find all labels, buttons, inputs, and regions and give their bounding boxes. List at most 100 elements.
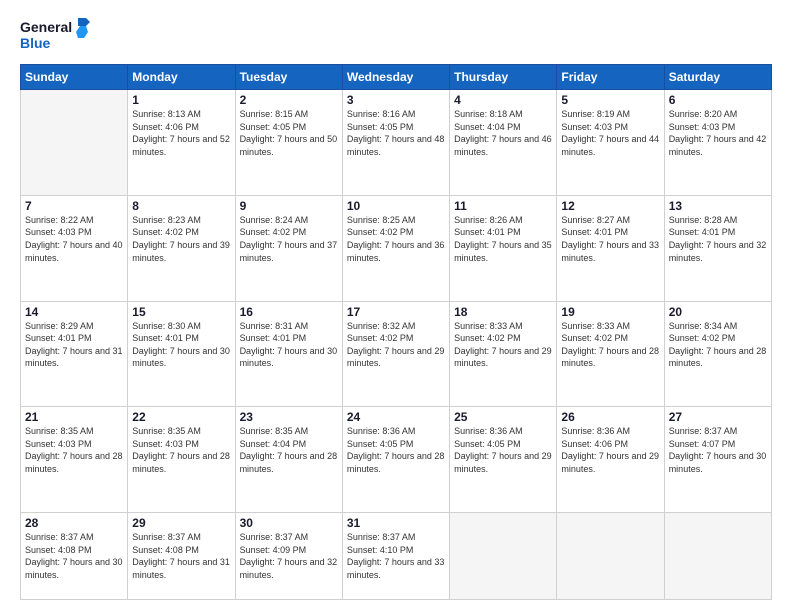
cell-info: Sunrise: 8:33 AMSunset: 4:02 PMDaylight:…	[454, 320, 552, 370]
calendar-cell: 11Sunrise: 8:26 AMSunset: 4:01 PMDayligh…	[450, 195, 557, 301]
cell-info: Sunrise: 8:30 AMSunset: 4:01 PMDaylight:…	[132, 320, 230, 370]
day-number: 16	[240, 305, 338, 319]
weekday-header: Monday	[128, 65, 235, 90]
cell-info: Sunrise: 8:32 AMSunset: 4:02 PMDaylight:…	[347, 320, 445, 370]
calendar-cell: 4Sunrise: 8:18 AMSunset: 4:04 PMDaylight…	[450, 90, 557, 196]
cell-info: Sunrise: 8:35 AMSunset: 4:03 PMDaylight:…	[132, 425, 230, 475]
svg-text:General: General	[20, 19, 72, 35]
svg-text:Blue: Blue	[20, 35, 51, 51]
weekday-header: Friday	[557, 65, 664, 90]
day-number: 6	[669, 93, 767, 107]
calendar-header: SundayMondayTuesdayWednesdayThursdayFrid…	[21, 65, 772, 90]
calendar-table: SundayMondayTuesdayWednesdayThursdayFrid…	[20, 64, 772, 600]
day-number: 31	[347, 516, 445, 530]
header: General Blue	[20, 16, 772, 54]
cell-info: Sunrise: 8:24 AMSunset: 4:02 PMDaylight:…	[240, 214, 338, 264]
day-number: 19	[561, 305, 659, 319]
logo: General Blue	[20, 16, 90, 54]
page: General Blue SundayMondayTuesdayWednesda…	[0, 0, 792, 612]
cell-info: Sunrise: 8:22 AMSunset: 4:03 PMDaylight:…	[25, 214, 123, 264]
cell-info: Sunrise: 8:37 AMSunset: 4:09 PMDaylight:…	[240, 531, 338, 581]
calendar-cell: 3Sunrise: 8:16 AMSunset: 4:05 PMDaylight…	[342, 90, 449, 196]
day-number: 5	[561, 93, 659, 107]
cell-info: Sunrise: 8:36 AMSunset: 4:06 PMDaylight:…	[561, 425, 659, 475]
day-number: 28	[25, 516, 123, 530]
weekday-header: Wednesday	[342, 65, 449, 90]
cell-info: Sunrise: 8:29 AMSunset: 4:01 PMDaylight:…	[25, 320, 123, 370]
day-number: 30	[240, 516, 338, 530]
calendar-cell: 15Sunrise: 8:30 AMSunset: 4:01 PMDayligh…	[128, 301, 235, 407]
cell-info: Sunrise: 8:35 AMSunset: 4:03 PMDaylight:…	[25, 425, 123, 475]
cell-info: Sunrise: 8:34 AMSunset: 4:02 PMDaylight:…	[669, 320, 767, 370]
calendar-cell: 25Sunrise: 8:36 AMSunset: 4:05 PMDayligh…	[450, 407, 557, 513]
cell-info: Sunrise: 8:15 AMSunset: 4:05 PMDaylight:…	[240, 108, 338, 158]
weekday-header: Saturday	[664, 65, 771, 90]
day-number: 4	[454, 93, 552, 107]
day-number: 25	[454, 410, 552, 424]
cell-info: Sunrise: 8:23 AMSunset: 4:02 PMDaylight:…	[132, 214, 230, 264]
day-number: 17	[347, 305, 445, 319]
cell-info: Sunrise: 8:31 AMSunset: 4:01 PMDaylight:…	[240, 320, 338, 370]
calendar-cell: 5Sunrise: 8:19 AMSunset: 4:03 PMDaylight…	[557, 90, 664, 196]
cell-info: Sunrise: 8:36 AMSunset: 4:05 PMDaylight:…	[454, 425, 552, 475]
cell-info: Sunrise: 8:37 AMSunset: 4:07 PMDaylight:…	[669, 425, 767, 475]
calendar-cell	[664, 513, 771, 600]
calendar-cell: 13Sunrise: 8:28 AMSunset: 4:01 PMDayligh…	[664, 195, 771, 301]
weekday-header: Sunday	[21, 65, 128, 90]
calendar-cell: 2Sunrise: 8:15 AMSunset: 4:05 PMDaylight…	[235, 90, 342, 196]
cell-info: Sunrise: 8:33 AMSunset: 4:02 PMDaylight:…	[561, 320, 659, 370]
calendar-cell: 18Sunrise: 8:33 AMSunset: 4:02 PMDayligh…	[450, 301, 557, 407]
calendar-cell: 30Sunrise: 8:37 AMSunset: 4:09 PMDayligh…	[235, 513, 342, 600]
day-number: 24	[347, 410, 445, 424]
cell-info: Sunrise: 8:20 AMSunset: 4:03 PMDaylight:…	[669, 108, 767, 158]
day-number: 9	[240, 199, 338, 213]
day-number: 22	[132, 410, 230, 424]
calendar-cell: 22Sunrise: 8:35 AMSunset: 4:03 PMDayligh…	[128, 407, 235, 513]
calendar-cell: 27Sunrise: 8:37 AMSunset: 4:07 PMDayligh…	[664, 407, 771, 513]
cell-info: Sunrise: 8:37 AMSunset: 4:08 PMDaylight:…	[132, 531, 230, 581]
weekday-header: Thursday	[450, 65, 557, 90]
day-number: 20	[669, 305, 767, 319]
cell-info: Sunrise: 8:37 AMSunset: 4:08 PMDaylight:…	[25, 531, 123, 581]
cell-info: Sunrise: 8:28 AMSunset: 4:01 PMDaylight:…	[669, 214, 767, 264]
cell-info: Sunrise: 8:35 AMSunset: 4:04 PMDaylight:…	[240, 425, 338, 475]
calendar-cell	[450, 513, 557, 600]
day-number: 12	[561, 199, 659, 213]
calendar-cell: 1Sunrise: 8:13 AMSunset: 4:06 PMDaylight…	[128, 90, 235, 196]
day-number: 1	[132, 93, 230, 107]
cell-info: Sunrise: 8:19 AMSunset: 4:03 PMDaylight:…	[561, 108, 659, 158]
calendar-body: 1Sunrise: 8:13 AMSunset: 4:06 PMDaylight…	[21, 90, 772, 600]
cell-info: Sunrise: 8:26 AMSunset: 4:01 PMDaylight:…	[454, 214, 552, 264]
calendar-cell: 26Sunrise: 8:36 AMSunset: 4:06 PMDayligh…	[557, 407, 664, 513]
cell-info: Sunrise: 8:36 AMSunset: 4:05 PMDaylight:…	[347, 425, 445, 475]
cell-info: Sunrise: 8:18 AMSunset: 4:04 PMDaylight:…	[454, 108, 552, 158]
calendar-cell: 10Sunrise: 8:25 AMSunset: 4:02 PMDayligh…	[342, 195, 449, 301]
calendar-cell	[21, 90, 128, 196]
day-number: 23	[240, 410, 338, 424]
day-number: 29	[132, 516, 230, 530]
calendar-cell: 28Sunrise: 8:37 AMSunset: 4:08 PMDayligh…	[21, 513, 128, 600]
calendar-cell: 24Sunrise: 8:36 AMSunset: 4:05 PMDayligh…	[342, 407, 449, 513]
calendar-cell: 6Sunrise: 8:20 AMSunset: 4:03 PMDaylight…	[664, 90, 771, 196]
day-number: 8	[132, 199, 230, 213]
calendar-cell	[557, 513, 664, 600]
cell-info: Sunrise: 8:37 AMSunset: 4:10 PMDaylight:…	[347, 531, 445, 581]
day-number: 10	[347, 199, 445, 213]
day-number: 11	[454, 199, 552, 213]
calendar-cell: 9Sunrise: 8:24 AMSunset: 4:02 PMDaylight…	[235, 195, 342, 301]
day-number: 27	[669, 410, 767, 424]
calendar-cell: 8Sunrise: 8:23 AMSunset: 4:02 PMDaylight…	[128, 195, 235, 301]
day-number: 7	[25, 199, 123, 213]
cell-info: Sunrise: 8:27 AMSunset: 4:01 PMDaylight:…	[561, 214, 659, 264]
calendar-cell: 31Sunrise: 8:37 AMSunset: 4:10 PMDayligh…	[342, 513, 449, 600]
calendar-cell: 16Sunrise: 8:31 AMSunset: 4:01 PMDayligh…	[235, 301, 342, 407]
cell-info: Sunrise: 8:25 AMSunset: 4:02 PMDaylight:…	[347, 214, 445, 264]
day-number: 18	[454, 305, 552, 319]
calendar-cell: 12Sunrise: 8:27 AMSunset: 4:01 PMDayligh…	[557, 195, 664, 301]
day-number: 14	[25, 305, 123, 319]
day-number: 15	[132, 305, 230, 319]
calendar-cell: 7Sunrise: 8:22 AMSunset: 4:03 PMDaylight…	[21, 195, 128, 301]
day-number: 26	[561, 410, 659, 424]
day-number: 3	[347, 93, 445, 107]
cell-info: Sunrise: 8:16 AMSunset: 4:05 PMDaylight:…	[347, 108, 445, 158]
